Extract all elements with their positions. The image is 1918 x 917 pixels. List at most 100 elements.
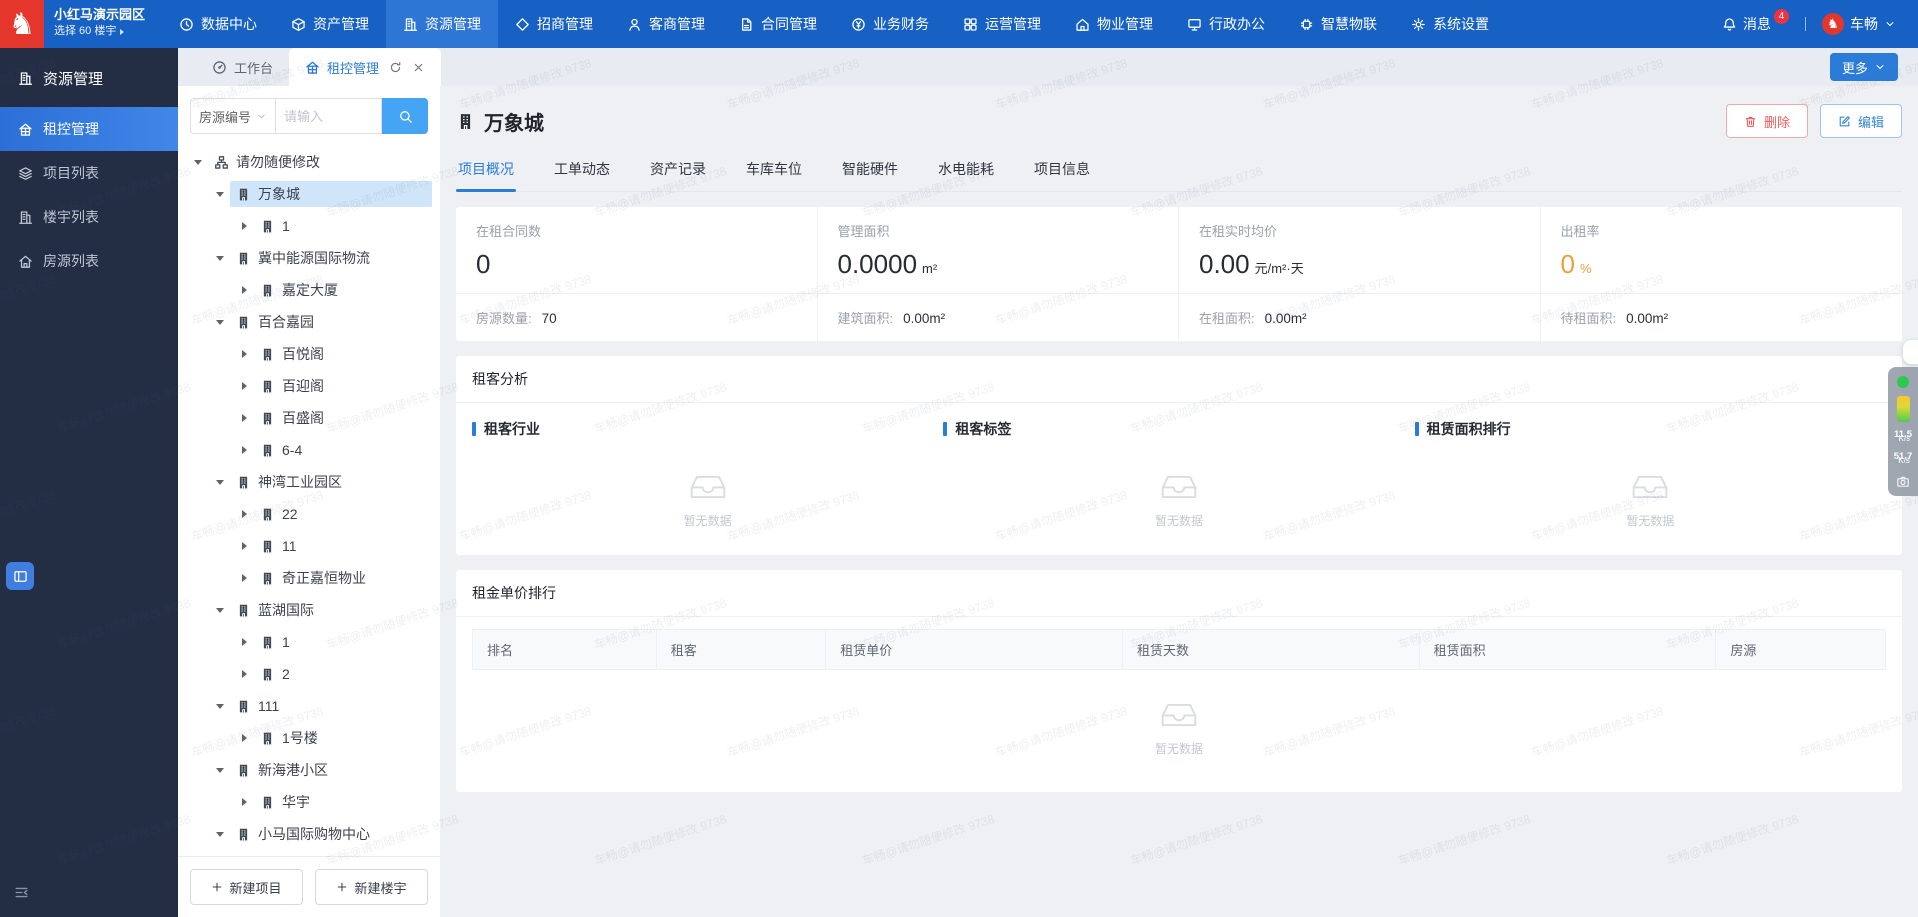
sidebar-collapse-button[interactable]: [14, 885, 29, 905]
tree-node-project[interactable]: 冀中能源国际物流: [178, 242, 440, 274]
caret-right-icon[interactable]: [234, 446, 254, 454]
new-project-button[interactable]: 新建项目: [190, 869, 303, 905]
nav-item-contract[interactable]: 合同管理: [722, 0, 834, 48]
detail-tab-overview[interactable]: 项目概况: [456, 146, 516, 192]
search-input[interactable]: [276, 98, 382, 134]
detail-tab-asset-record[interactable]: 资产记录: [648, 146, 708, 191]
net-monitor-widget[interactable]: 11.5 ↑ K/s 51.7 ↓ K/s: [1888, 340, 1918, 496]
nav-item-settings[interactable]: 系统设置: [1394, 0, 1506, 48]
tree-node-project[interactable]: 新海港小区: [178, 754, 440, 786]
search-button[interactable]: [382, 98, 428, 134]
close-icon[interactable]: [412, 61, 425, 74]
tree-node-building[interactable]: 1号楼: [178, 722, 440, 754]
caret-down-icon[interactable]: [210, 831, 230, 837]
caret-down-icon[interactable]: [210, 607, 230, 613]
tree-node-project[interactable]: 百合嘉园: [178, 306, 440, 338]
caret-right-icon[interactable]: [234, 734, 254, 742]
tree-node-building[interactable]: 1: [178, 626, 440, 658]
widget-handle[interactable]: [1903, 340, 1918, 364]
tree-node-building[interactable]: 奇正嘉恒物业: [178, 562, 440, 594]
user-menu[interactable]: ♞ 车畅: [1822, 13, 1896, 35]
caret-right-icon[interactable]: [234, 542, 254, 550]
detail-tab-garage[interactable]: 车库车位: [744, 146, 804, 191]
tree-node-building[interactable]: 百盛阁: [178, 402, 440, 434]
tree-node-building[interactable]: 2: [178, 658, 440, 690]
tree-node-building[interactable]: 11: [178, 530, 440, 562]
tree-node-project[interactable]: 111: [178, 690, 440, 722]
tree-node-project[interactable]: 小马国际购物中心: [178, 818, 440, 850]
tree-node-building[interactable]: 百悦阁: [178, 338, 440, 370]
nav-item-operations[interactable]: 运营管理: [946, 0, 1058, 48]
nav-item-investment[interactable]: 招商管理: [498, 0, 610, 48]
park-selector-label[interactable]: 选择 60 楼宇: [54, 24, 116, 39]
tree-node-label: 22: [282, 506, 298, 522]
tree-node-body: 百悦阁: [254, 341, 432, 367]
caret-down-icon[interactable]: [188, 159, 208, 165]
detail-tab-utility[interactable]: 水电能耗: [936, 146, 996, 191]
horse-logo-icon: ♞: [8, 7, 36, 41]
sidebar-item-rent-control[interactable]: 租控管理: [0, 107, 178, 151]
empty-state-text: 暂无数据: [683, 514, 732, 528]
caret-down-icon[interactable]: [210, 191, 230, 197]
nav-item-admin-office[interactable]: 行政办公: [1170, 0, 1282, 48]
user-name: 车畅: [1850, 16, 1878, 32]
more-button[interactable]: 更多: [1829, 53, 1898, 81]
tree-node-root[interactable]: 请勿随便修改: [178, 146, 440, 178]
nav-item-merchant[interactable]: 客商管理: [610, 0, 722, 48]
tree-node-building[interactable]: 1: [178, 210, 440, 242]
edit-button[interactable]: 编辑: [1819, 104, 1902, 138]
tree-node-project[interactable]: 神湾工业园区: [178, 466, 440, 498]
camera-icon[interactable]: [1896, 475, 1910, 489]
caret-down-icon[interactable]: [210, 319, 230, 325]
sidebar-item-project-list[interactable]: 项目列表: [0, 151, 178, 195]
tree-node-building[interactable]: 百迎阁: [178, 370, 440, 402]
nav-item-property[interactable]: 物业管理: [1058, 0, 1170, 48]
caret-right-icon[interactable]: [234, 510, 254, 518]
tree-node-building[interactable]: 华宇: [178, 786, 440, 818]
new-project-label: 新建项目: [229, 880, 282, 896]
caret-right-icon[interactable]: [234, 574, 254, 582]
caret-right-icon[interactable]: [234, 222, 254, 230]
park-brand[interactable]: 小红马演示园区 选择 60 楼宇: [44, 0, 162, 48]
caret-down-icon[interactable]: [210, 479, 230, 485]
caret-right-icon[interactable]: [234, 798, 254, 806]
section-title: 租客分析: [456, 356, 1902, 403]
detail-tab-work-order[interactable]: 工单动态: [552, 146, 612, 191]
tree-node-building[interactable]: 6-4: [178, 434, 440, 466]
sidebar-menu: 租控管理 项目列表 楼宇列表 房源列表: [0, 107, 178, 283]
section-title: 租金单价排行: [456, 570, 1902, 617]
detail-tab-hardware[interactable]: 智能硬件: [840, 146, 900, 191]
sidebar-item-room-list[interactable]: 房源列表: [0, 239, 178, 283]
tree-node-building[interactable]: 22: [178, 498, 440, 530]
tree-node-building[interactable]: 嘉定大厦: [178, 274, 440, 306]
caret-right-icon[interactable]: [234, 350, 254, 358]
sidebar-item-building-list[interactable]: 楼宇列表: [0, 195, 178, 239]
detail-tab-info[interactable]: 项目信息: [1032, 146, 1092, 191]
messages-button[interactable]: 消息 4: [1722, 8, 1789, 34]
building-solid-icon: [260, 635, 275, 650]
building-solid-icon: [236, 251, 251, 266]
caret-down-icon[interactable]: [210, 703, 230, 709]
delete-button[interactable]: 删除: [1725, 104, 1808, 138]
page-tab-workbench[interactable]: 工作台: [196, 48, 289, 86]
caret-down-icon[interactable]: [210, 255, 230, 261]
page-tab-rent-control[interactable]: 租控管理: [289, 48, 442, 86]
caret-right-icon[interactable]: [234, 670, 254, 678]
panel-toggle-button[interactable]: [6, 562, 34, 590]
tree-node-project[interactable]: 万象城: [178, 178, 440, 210]
caret-right-icon[interactable]: [234, 382, 254, 390]
caret-right-icon[interactable]: [234, 414, 254, 422]
tree-node-project[interactable]: 蓝湖国际: [178, 594, 440, 626]
nav-item-iot[interactable]: 智慧物联: [1282, 0, 1394, 48]
nav-item-resource[interactable]: 资源管理: [386, 0, 498, 48]
caret-down-icon[interactable]: [210, 767, 230, 773]
caret-right-icon[interactable]: [234, 286, 254, 294]
empty-box-icon: [1156, 697, 1202, 732]
search-type-select[interactable]: 房源编号: [190, 98, 277, 134]
refresh-icon[interactable]: [389, 61, 402, 74]
nav-item-finance[interactable]: 业务财务: [834, 0, 946, 48]
new-building-button[interactable]: 新建楼宇: [315, 869, 428, 905]
nav-item-data-center[interactable]: 数据中心: [162, 0, 274, 48]
nav-item-asset[interactable]: 资产管理: [274, 0, 386, 48]
caret-right-icon[interactable]: [234, 638, 254, 646]
